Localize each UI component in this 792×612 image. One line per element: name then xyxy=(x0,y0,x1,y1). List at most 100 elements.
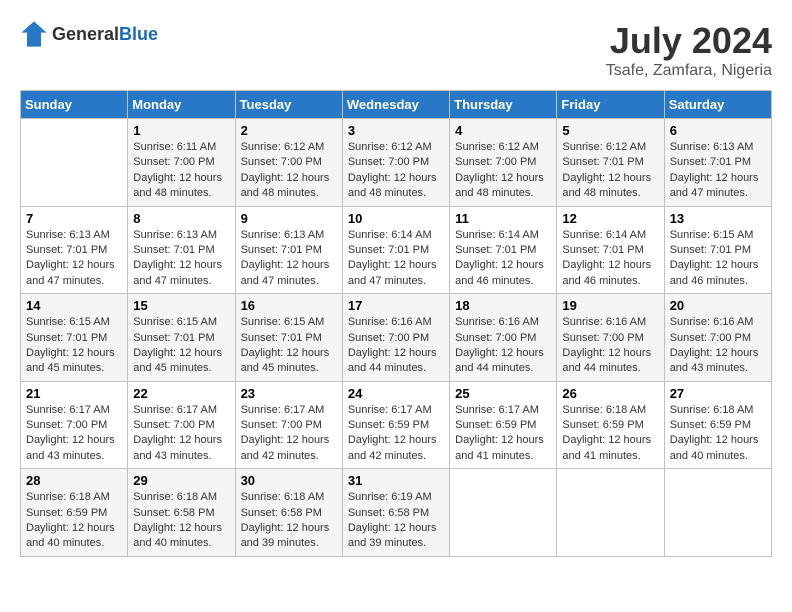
calendar-cell: 1 Sunrise: 6:11 AMSunset: 7:00 PMDayligh… xyxy=(128,119,235,207)
calendar-cell: 7 Sunrise: 6:13 AMSunset: 7:01 PMDayligh… xyxy=(21,206,128,294)
day-number: 10 xyxy=(348,211,444,226)
calendar-cell: 6 Sunrise: 6:13 AMSunset: 7:01 PMDayligh… xyxy=(664,119,771,207)
calendar-cell: 25 Sunrise: 6:17 AMSunset: 6:59 PMDaylig… xyxy=(450,381,557,469)
header-row: SundayMondayTuesdayWednesdayThursdayFrid… xyxy=(21,91,772,119)
day-number: 26 xyxy=(562,386,658,401)
title-block: July 2024 Tsafe, Zamfara, Nigeria xyxy=(606,20,772,80)
day-info: Sunrise: 6:13 AMSunset: 7:01 PMDaylight:… xyxy=(670,140,766,202)
calendar-cell: 19 Sunrise: 6:16 AMSunset: 7:00 PMDaylig… xyxy=(557,294,664,382)
day-number: 31 xyxy=(348,473,444,488)
calendar-cell: 22 Sunrise: 6:17 AMSunset: 7:00 PMDaylig… xyxy=(128,381,235,469)
day-number: 5 xyxy=(562,123,658,138)
column-header-saturday: Saturday xyxy=(664,91,771,119)
day-info: Sunrise: 6:18 AMSunset: 6:59 PMDaylight:… xyxy=(26,490,122,552)
column-header-thursday: Thursday xyxy=(450,91,557,119)
day-number: 21 xyxy=(26,386,122,401)
day-info: Sunrise: 6:15 AMSunset: 7:01 PMDaylight:… xyxy=(26,315,122,377)
day-number: 22 xyxy=(133,386,229,401)
day-info: Sunrise: 6:12 AMSunset: 7:00 PMDaylight:… xyxy=(241,140,337,202)
logo-icon xyxy=(20,20,48,48)
day-info: Sunrise: 6:17 AMSunset: 7:00 PMDaylight:… xyxy=(241,403,337,465)
week-row-1: 1 Sunrise: 6:11 AMSunset: 7:00 PMDayligh… xyxy=(21,119,772,207)
calendar-cell: 14 Sunrise: 6:15 AMSunset: 7:01 PMDaylig… xyxy=(21,294,128,382)
column-header-friday: Friday xyxy=(557,91,664,119)
day-number: 24 xyxy=(348,386,444,401)
day-info: Sunrise: 6:18 AMSunset: 6:59 PMDaylight:… xyxy=(562,403,658,465)
day-info: Sunrise: 6:19 AMSunset: 6:58 PMDaylight:… xyxy=(348,490,444,552)
calendar-cell: 9 Sunrise: 6:13 AMSunset: 7:01 PMDayligh… xyxy=(235,206,342,294)
day-info: Sunrise: 6:16 AMSunset: 7:00 PMDaylight:… xyxy=(455,315,551,377)
day-number: 30 xyxy=(241,473,337,488)
day-number: 20 xyxy=(670,298,766,313)
day-number: 23 xyxy=(241,386,337,401)
calendar-cell: 21 Sunrise: 6:17 AMSunset: 7:00 PMDaylig… xyxy=(21,381,128,469)
calendar-cell xyxy=(21,119,128,207)
calendar-cell: 10 Sunrise: 6:14 AMSunset: 7:01 PMDaylig… xyxy=(342,206,449,294)
main-title: July 2024 xyxy=(606,20,772,62)
calendar-cell: 8 Sunrise: 6:13 AMSunset: 7:01 PMDayligh… xyxy=(128,206,235,294)
day-info: Sunrise: 6:15 AMSunset: 7:01 PMDaylight:… xyxy=(133,315,229,377)
day-number: 3 xyxy=(348,123,444,138)
day-info: Sunrise: 6:16 AMSunset: 7:00 PMDaylight:… xyxy=(670,315,766,377)
day-number: 14 xyxy=(26,298,122,313)
calendar-cell: 30 Sunrise: 6:18 AMSunset: 6:58 PMDaylig… xyxy=(235,469,342,557)
day-number: 16 xyxy=(241,298,337,313)
day-number: 7 xyxy=(26,211,122,226)
calendar-cell: 31 Sunrise: 6:19 AMSunset: 6:58 PMDaylig… xyxy=(342,469,449,557)
week-row-5: 28 Sunrise: 6:18 AMSunset: 6:59 PMDaylig… xyxy=(21,469,772,557)
day-info: Sunrise: 6:13 AMSunset: 7:01 PMDaylight:… xyxy=(26,228,122,290)
calendar-cell: 23 Sunrise: 6:17 AMSunset: 7:00 PMDaylig… xyxy=(235,381,342,469)
day-number: 28 xyxy=(26,473,122,488)
day-info: Sunrise: 6:18 AMSunset: 6:59 PMDaylight:… xyxy=(670,403,766,465)
calendar-cell: 2 Sunrise: 6:12 AMSunset: 7:00 PMDayligh… xyxy=(235,119,342,207)
calendar-cell: 3 Sunrise: 6:12 AMSunset: 7:00 PMDayligh… xyxy=(342,119,449,207)
day-info: Sunrise: 6:12 AMSunset: 7:01 PMDaylight:… xyxy=(562,140,658,202)
calendar-body: 1 Sunrise: 6:11 AMSunset: 7:00 PMDayligh… xyxy=(21,119,772,557)
calendar-cell: 16 Sunrise: 6:15 AMSunset: 7:01 PMDaylig… xyxy=(235,294,342,382)
day-info: Sunrise: 6:18 AMSunset: 6:58 PMDaylight:… xyxy=(133,490,229,552)
day-info: Sunrise: 6:12 AMSunset: 7:00 PMDaylight:… xyxy=(348,140,444,202)
calendar-cell: 24 Sunrise: 6:17 AMSunset: 6:59 PMDaylig… xyxy=(342,381,449,469)
day-info: Sunrise: 6:12 AMSunset: 7:00 PMDaylight:… xyxy=(455,140,551,202)
day-info: Sunrise: 6:13 AMSunset: 7:01 PMDaylight:… xyxy=(133,228,229,290)
column-header-sunday: Sunday xyxy=(21,91,128,119)
logo-text-blue: Blue xyxy=(119,24,158,44)
calendar-cell: 11 Sunrise: 6:14 AMSunset: 7:01 PMDaylig… xyxy=(450,206,557,294)
day-number: 11 xyxy=(455,211,551,226)
calendar-cell xyxy=(557,469,664,557)
day-number: 2 xyxy=(241,123,337,138)
day-info: Sunrise: 6:15 AMSunset: 7:01 PMDaylight:… xyxy=(670,228,766,290)
calendar-cell: 29 Sunrise: 6:18 AMSunset: 6:58 PMDaylig… xyxy=(128,469,235,557)
column-header-wednesday: Wednesday xyxy=(342,91,449,119)
day-number: 12 xyxy=(562,211,658,226)
logo: GeneralBlue xyxy=(20,20,158,48)
column-header-tuesday: Tuesday xyxy=(235,91,342,119)
calendar-cell: 13 Sunrise: 6:15 AMSunset: 7:01 PMDaylig… xyxy=(664,206,771,294)
week-row-2: 7 Sunrise: 6:13 AMSunset: 7:01 PMDayligh… xyxy=(21,206,772,294)
calendar-cell: 5 Sunrise: 6:12 AMSunset: 7:01 PMDayligh… xyxy=(557,119,664,207)
calendar-cell: 17 Sunrise: 6:16 AMSunset: 7:00 PMDaylig… xyxy=(342,294,449,382)
calendar-cell: 4 Sunrise: 6:12 AMSunset: 7:00 PMDayligh… xyxy=(450,119,557,207)
day-number: 9 xyxy=(241,211,337,226)
day-number: 19 xyxy=(562,298,658,313)
day-info: Sunrise: 6:16 AMSunset: 7:00 PMDaylight:… xyxy=(348,315,444,377)
day-info: Sunrise: 6:16 AMSunset: 7:00 PMDaylight:… xyxy=(562,315,658,377)
day-info: Sunrise: 6:17 AMSunset: 6:59 PMDaylight:… xyxy=(348,403,444,465)
day-info: Sunrise: 6:18 AMSunset: 6:58 PMDaylight:… xyxy=(241,490,337,552)
calendar-header: SundayMondayTuesdayWednesdayThursdayFrid… xyxy=(21,91,772,119)
calendar-cell: 28 Sunrise: 6:18 AMSunset: 6:59 PMDaylig… xyxy=(21,469,128,557)
calendar-cell xyxy=(664,469,771,557)
day-info: Sunrise: 6:14 AMSunset: 7:01 PMDaylight:… xyxy=(455,228,551,290)
day-info: Sunrise: 6:11 AMSunset: 7:00 PMDaylight:… xyxy=(133,140,229,202)
logo-text-general: General xyxy=(52,24,119,44)
calendar-cell xyxy=(450,469,557,557)
calendar-cell: 18 Sunrise: 6:16 AMSunset: 7:00 PMDaylig… xyxy=(450,294,557,382)
day-number: 15 xyxy=(133,298,229,313)
week-row-4: 21 Sunrise: 6:17 AMSunset: 7:00 PMDaylig… xyxy=(21,381,772,469)
day-number: 6 xyxy=(670,123,766,138)
calendar-cell: 12 Sunrise: 6:14 AMSunset: 7:01 PMDaylig… xyxy=(557,206,664,294)
column-header-monday: Monday xyxy=(128,91,235,119)
calendar-cell: 15 Sunrise: 6:15 AMSunset: 7:01 PMDaylig… xyxy=(128,294,235,382)
day-number: 18 xyxy=(455,298,551,313)
day-info: Sunrise: 6:14 AMSunset: 7:01 PMDaylight:… xyxy=(562,228,658,290)
